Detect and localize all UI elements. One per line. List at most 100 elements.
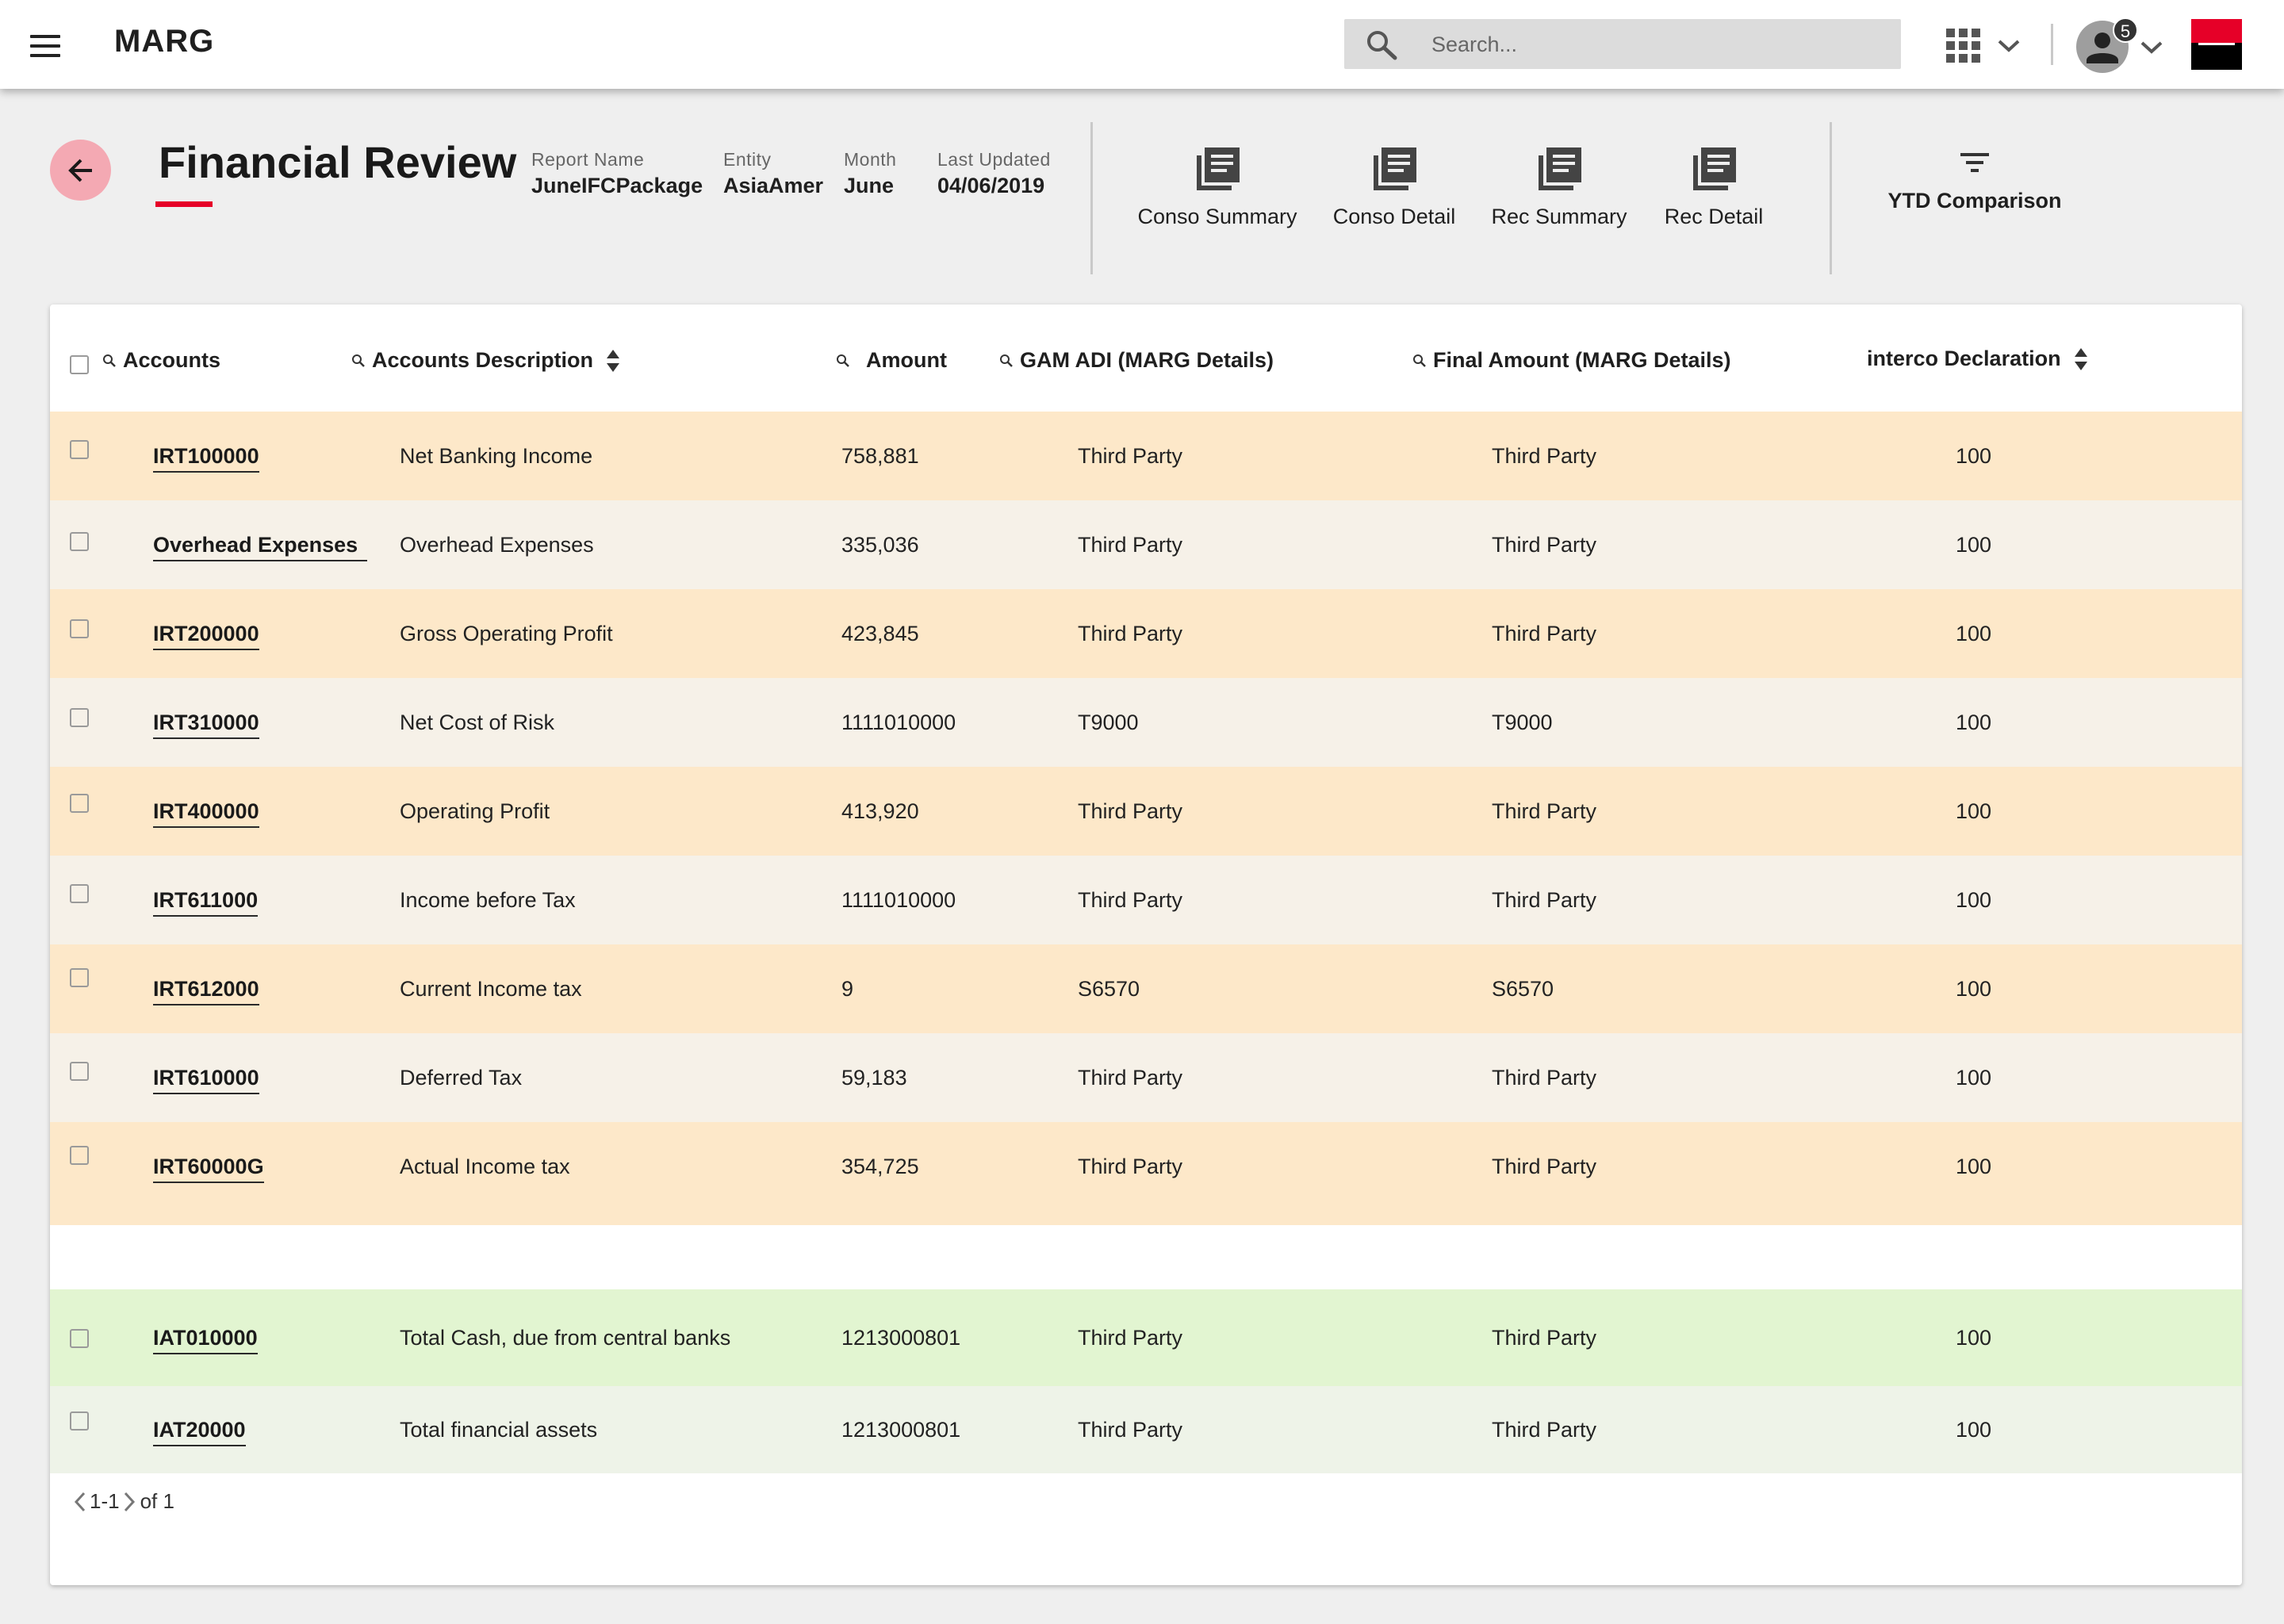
amount-cell: 1111010000 (841, 888, 956, 912)
description-cell: Actual Income tax (400, 1155, 570, 1178)
account-link[interactable]: IAT20000 (153, 1386, 246, 1473)
table-row: IAT010000 Total Cash, due from central b… (50, 1289, 2242, 1386)
meta-value: 04/06/2019 (937, 174, 1045, 197)
final-amount-cell: Third Party (1492, 533, 1597, 557)
chevron-right-icon (124, 1492, 135, 1511)
sort-icon[interactable] (2074, 347, 2088, 371)
final-amount-cell: Third Party (1492, 799, 1597, 823)
column-label: GAM ADI (MARG Details) (1020, 348, 1274, 372)
meta-value: AsiaAmer (723, 174, 824, 197)
table-row: IRT310000 Net Cost of Risk 1111010000 T9… (50, 678, 2242, 767)
column-header-accounts-description[interactable]: Accounts Description (351, 348, 620, 373)
page-range: 1-1 (90, 1489, 120, 1513)
row-checkbox[interactable] (70, 1329, 89, 1348)
interco-cell: 100 (1956, 1066, 1992, 1090)
gam-adi-cell: Third Party (1078, 1155, 1183, 1178)
row-checkbox[interactable] (70, 532, 89, 551)
search-icon (837, 354, 849, 367)
prev-page-button[interactable] (72, 1491, 88, 1513)
search-icon (1000, 354, 1013, 367)
account-code: Overhead Expenses (153, 533, 368, 561)
conso-summary-button[interactable]: Conso Summary (1134, 144, 1301, 229)
row-checkbox[interactable] (70, 794, 89, 813)
account-link[interactable]: IRT200000 (153, 589, 259, 678)
row-checkbox[interactable] (70, 1062, 89, 1081)
row-checkbox[interactable] (70, 440, 89, 459)
meta-last-updated: Last Updated 04/06/2019 (937, 149, 1051, 198)
meta-entity: Entity AsiaAmer (723, 149, 823, 198)
meta-month: Month June (844, 149, 896, 198)
column-header-gam-adi[interactable]: GAM ADI (MARG Details) (999, 348, 1274, 373)
ytd-comparison-button[interactable]: YTD Comparison (1884, 151, 2066, 213)
menu-icon[interactable] (30, 35, 60, 57)
button-label: Conso Detail (1332, 205, 1456, 228)
interco-cell: 100 (1956, 1326, 1992, 1350)
gam-adi-cell: Third Party (1078, 1326, 1183, 1350)
account-link[interactable]: Overhead Expenses (153, 500, 368, 589)
account-link[interactable]: IRT60000G (153, 1122, 264, 1211)
account-link[interactable]: IRT611000 (153, 856, 259, 944)
row-checkbox[interactable] (70, 1146, 89, 1165)
rec-detail-button[interactable]: Rec Detail (1664, 144, 1764, 229)
meta-value: JuneIFCPackage (531, 174, 703, 197)
table-row: IAT20000 Total financial assets 12130008… (50, 1386, 2242, 1473)
search-icon (103, 354, 116, 367)
table-row: IRT610000 Deferred Tax 59,183 Third Part… (50, 1033, 2242, 1122)
sort-icon[interactable] (606, 349, 620, 373)
account-link[interactable]: IRT100000 (153, 412, 259, 500)
column-label: interco Declaration (1867, 347, 2061, 370)
app-brand: MARG (114, 24, 215, 59)
account-link[interactable]: IRT310000 (153, 678, 259, 767)
account-link[interactable]: IAT010000 (153, 1289, 258, 1386)
amount-cell: 354,725 (841, 1155, 919, 1178)
conso-detail-button[interactable]: Conso Detail (1332, 144, 1456, 229)
row-checkbox[interactable] (70, 968, 89, 987)
final-amount-cell: T9000 (1492, 710, 1553, 734)
account-code: IRT612000 (153, 977, 259, 1005)
account-code: IAT20000 (153, 1418, 246, 1446)
gam-adi-cell: T9000 (1078, 710, 1139, 734)
divider (1830, 122, 1832, 274)
account-link[interactable]: IRT610000 (153, 1033, 259, 1122)
column-header-final-amount[interactable]: Final Amount (MARG Details) (1412, 348, 1731, 373)
amount-cell: 1213000801 (841, 1418, 961, 1442)
library-books-icon (1374, 147, 1416, 190)
amount-cell: 9 (841, 977, 854, 1001)
final-amount-cell: S6570 (1492, 977, 1554, 1001)
column-label: Final Amount (MARG Details) (1433, 348, 1731, 372)
row-checkbox[interactable] (70, 708, 89, 727)
back-button[interactable] (50, 140, 111, 201)
interco-cell: 100 (1956, 888, 1992, 912)
amount-cell: 1213000801 (841, 1326, 961, 1350)
apps-menu[interactable] (1945, 27, 2024, 63)
amount-cell: 413,920 (841, 799, 919, 823)
select-all-checkbox[interactable] (70, 355, 89, 374)
rec-summary-button[interactable]: Rec Summary (1491, 144, 1627, 229)
meta-label: Report Name (531, 149, 645, 170)
final-amount-cell: Third Party (1492, 1066, 1597, 1090)
button-label: Rec Detail (1664, 205, 1764, 228)
row-checkbox[interactable] (70, 884, 89, 903)
search-bar[interactable] (1344, 19, 1901, 69)
pagination: 1-1 of 1 (72, 1489, 174, 1514)
interco-cell: 100 (1956, 444, 1992, 468)
next-page-button[interactable] (121, 1491, 137, 1513)
divider (2051, 24, 2053, 65)
column-header-amount[interactable]: Amount (836, 348, 947, 373)
row-checkbox[interactable] (70, 619, 89, 638)
account-link[interactable]: IRT400000 (153, 767, 259, 856)
account-code: IAT010000 (153, 1326, 258, 1354)
column-header-interco-declaration[interactable]: interco Declaration (1867, 347, 2088, 371)
chevron-down-icon (1998, 40, 2020, 52)
description-cell: Income before Tax (400, 888, 576, 912)
page-title: Financial Review (159, 137, 517, 187)
row-checkbox[interactable] (70, 1411, 89, 1431)
description-cell: Overhead Expenses (400, 533, 594, 557)
search-input[interactable] (1431, 27, 1876, 62)
library-books-icon (1539, 147, 1581, 190)
gam-adi-cell: Third Party (1078, 799, 1183, 823)
column-header-accounts[interactable]: Accounts (102, 348, 220, 373)
account-link[interactable]: IRT612000 (153, 944, 259, 1033)
user-menu[interactable]: 5 (2076, 17, 2163, 73)
amount-cell: 1111010000 (841, 710, 956, 734)
